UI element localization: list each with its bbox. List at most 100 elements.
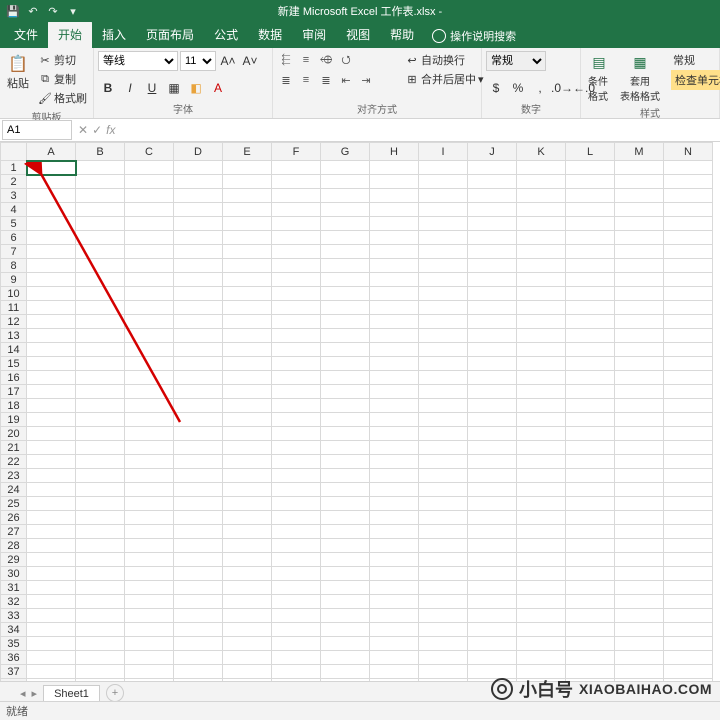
cell-style-check[interactable]: 检查单元格 [671,70,720,90]
orientation-button[interactable]: ⭯ [337,51,355,69]
cell[interactable] [517,497,566,511]
decrease-indent-button[interactable]: ⇤ [337,71,355,89]
cell[interactable] [272,399,321,413]
cell[interactable] [321,161,370,175]
cell[interactable] [27,469,76,483]
cell[interactable] [321,189,370,203]
cell[interactable] [76,329,125,343]
cell[interactable] [370,161,419,175]
cell[interactable] [615,581,664,595]
cell[interactable] [27,497,76,511]
cell[interactable] [223,525,272,539]
cell[interactable] [76,231,125,245]
cell[interactable] [27,203,76,217]
cell[interactable] [27,231,76,245]
column-header[interactable]: F [272,143,321,161]
cell[interactable] [419,553,468,567]
row-header[interactable]: 34 [1,623,27,637]
cell[interactable] [615,357,664,371]
cell[interactable] [370,483,419,497]
cell[interactable] [370,455,419,469]
cell[interactable] [615,413,664,427]
merge-center-button[interactable]: ⊞合并后居中 ▾ [403,70,486,88]
cell[interactable] [174,301,223,315]
cell[interactable] [615,287,664,301]
cell[interactable] [419,623,468,637]
cell[interactable] [370,525,419,539]
cell[interactable] [125,399,174,413]
column-header[interactable]: M [615,143,664,161]
cell[interactable] [517,539,566,553]
cell[interactable] [370,511,419,525]
cell[interactable] [125,287,174,301]
row-header[interactable]: 29 [1,553,27,567]
cell[interactable] [615,483,664,497]
formula-input[interactable] [119,121,720,139]
cell[interactable] [321,413,370,427]
cell[interactable] [468,301,517,315]
cell[interactable] [370,623,419,637]
row-header[interactable]: 32 [1,595,27,609]
cell[interactable] [321,399,370,413]
row-header[interactable]: 1 [1,161,27,175]
cell[interactable] [174,343,223,357]
cell[interactable] [370,189,419,203]
row-header[interactable]: 33 [1,609,27,623]
cell[interactable] [566,287,615,301]
cell[interactable] [272,259,321,273]
cell[interactable] [272,231,321,245]
column-header[interactable]: D [174,143,223,161]
cell[interactable] [615,203,664,217]
shrink-font-button[interactable]: A˅ [240,51,260,71]
cell[interactable] [174,511,223,525]
cell[interactable] [174,287,223,301]
cell[interactable] [125,161,174,175]
cell[interactable] [370,609,419,623]
cell[interactable] [174,497,223,511]
cell[interactable] [27,189,76,203]
cell[interactable] [566,371,615,385]
cell[interactable] [615,511,664,525]
cell[interactable] [370,259,419,273]
cell[interactable] [125,511,174,525]
cell[interactable] [664,189,713,203]
row-header[interactable]: 15 [1,357,27,371]
cell[interactable] [615,245,664,259]
row-header[interactable]: 24 [1,483,27,497]
cell[interactable] [517,413,566,427]
cell[interactable] [664,609,713,623]
cell[interactable] [664,651,713,665]
cell[interactable] [664,427,713,441]
cell[interactable] [223,637,272,651]
cell[interactable] [125,455,174,469]
cell[interactable] [370,385,419,399]
cell[interactable] [321,595,370,609]
cell[interactable] [370,469,419,483]
fill-color-button[interactable]: ◧ [186,78,206,98]
cell[interactable] [664,455,713,469]
cell[interactable] [468,609,517,623]
cell[interactable] [27,399,76,413]
cell[interactable] [419,637,468,651]
cell[interactable] [566,455,615,469]
cell[interactable] [517,441,566,455]
cell[interactable] [615,567,664,581]
cell[interactable] [174,539,223,553]
cell[interactable] [370,651,419,665]
cell[interactable] [419,665,468,679]
cell[interactable] [321,623,370,637]
cell[interactable] [223,497,272,511]
cell[interactable] [27,651,76,665]
cell[interactable] [664,385,713,399]
cell[interactable] [272,385,321,399]
cell[interactable] [321,427,370,441]
cell[interactable] [321,385,370,399]
cell[interactable] [223,315,272,329]
cell[interactable] [419,301,468,315]
cell[interactable] [468,413,517,427]
cell[interactable] [174,623,223,637]
cell[interactable] [125,651,174,665]
cell[interactable] [664,595,713,609]
cell[interactable] [321,483,370,497]
cell[interactable] [468,385,517,399]
